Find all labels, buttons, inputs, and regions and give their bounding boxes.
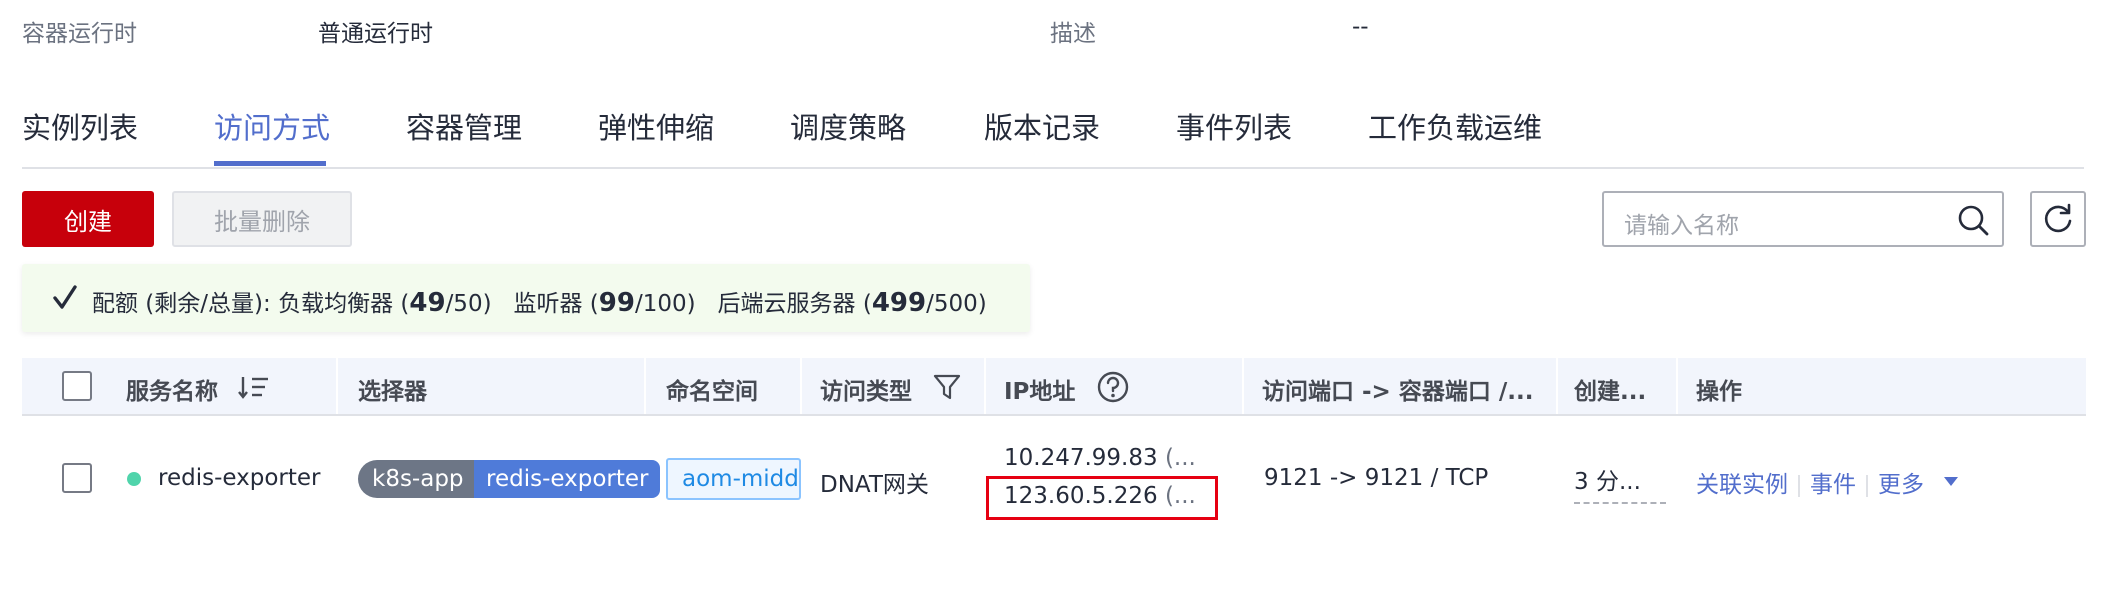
selector-key-tag: k8s-app xyxy=(358,460,478,498)
sort-icon[interactable] xyxy=(238,374,270,400)
table-header: 服务名称 选择器 命名空间 访问类型 IP地址 访问端口 -> 容器端口 /..… xyxy=(22,358,2086,416)
ip-internal: 10.247.99.83 (... xyxy=(1004,445,1196,471)
action-separator xyxy=(1798,474,1800,497)
more-dropdown[interactable]: 更多 xyxy=(1878,472,1924,498)
header-created: 创建... xyxy=(1574,379,1647,405)
namespace-tag: aom-middle xyxy=(666,458,801,500)
header-actions: 操作 xyxy=(1696,379,1742,405)
status-dot xyxy=(127,472,141,486)
port-mapping: 9121 -> 9121 / TCP xyxy=(1264,465,1489,491)
header-access-type: 访问类型 xyxy=(820,379,912,405)
filter-icon[interactable] xyxy=(932,372,962,402)
header-service-name: 服务名称 xyxy=(126,379,218,405)
quota-lb-total: /50) xyxy=(445,291,492,317)
select-all-checkbox[interactable] xyxy=(62,371,92,401)
quota-lb-remaining: 49 xyxy=(409,288,446,318)
container-runtime-label: 容器运行时 xyxy=(22,21,137,47)
header-ports: 访问端口 -> 容器端口 /... xyxy=(1262,379,1534,405)
chevron-down-icon[interactable] xyxy=(1942,474,1960,488)
ip-highlight-box xyxy=(986,476,1218,520)
tab-auto-scaling[interactable]: 弹性伸缩 xyxy=(598,105,714,147)
description-label: 描述 xyxy=(1050,21,1096,47)
header-ip-address: IP地址 xyxy=(1004,379,1076,405)
action-separator xyxy=(1866,474,1868,497)
ip-internal-suffix: (... xyxy=(1157,445,1196,471)
tab-event-list[interactable]: 事件列表 xyxy=(1176,105,1292,147)
check-icon xyxy=(53,285,77,309)
column-separator xyxy=(800,358,802,414)
column-clip xyxy=(801,440,803,520)
refresh-icon xyxy=(2044,203,2072,233)
events-link[interactable]: 事件 xyxy=(1810,472,1856,498)
access-type: DNAT网关 xyxy=(820,472,929,498)
quota-prefix: 配额 (剩余/总量): xyxy=(92,291,271,317)
description-value: -- xyxy=(1352,14,1369,40)
quota-backend-total: /500) xyxy=(926,291,987,317)
tab-access-mode[interactable]: 访问方式 xyxy=(214,105,330,147)
help-icon[interactable] xyxy=(1096,370,1130,404)
column-separator xyxy=(1242,358,1244,414)
related-instances-link[interactable]: 关联实例 xyxy=(1696,472,1788,498)
quota-listener-label: 监听器 ( xyxy=(513,291,599,317)
column-separator xyxy=(336,358,338,414)
quota-listener-total: /100) xyxy=(634,291,696,317)
column-separator xyxy=(1556,358,1558,414)
quota-alert: 配额 (剩余/总量): 负载均衡器 (49/50) 监听器 (99/100) 后… xyxy=(22,264,1030,332)
created-time[interactable]: 3 分... xyxy=(1574,462,1666,504)
search-input[interactable]: 请输入名称 xyxy=(1602,191,2004,247)
header-selector: 选择器 xyxy=(358,379,427,405)
tab-container-management[interactable]: 容器管理 xyxy=(406,105,522,147)
tab-instance-list[interactable]: 实例列表 xyxy=(22,105,138,147)
row-checkbox[interactable] xyxy=(62,463,92,493)
tab-workload-ops[interactable]: 工作负载运维 xyxy=(1368,105,1542,147)
tab-scheduling-policy[interactable]: 调度策略 xyxy=(790,105,906,147)
refresh-button[interactable] xyxy=(2030,191,2086,247)
quota-listener-remaining: 99 xyxy=(598,288,635,318)
active-tab-indicator xyxy=(214,161,326,166)
quota-backend-remaining: 499 xyxy=(871,288,927,318)
service-name: redis-exporter xyxy=(158,465,321,491)
create-button[interactable]: 创建 xyxy=(22,191,154,247)
tab-bar: 实例列表 访问方式 容器管理 弹性伸缩 调度策略 版本记录 事件列表 工作负载运… xyxy=(22,105,2084,169)
selector-value-tag: redis-exporter xyxy=(474,460,661,498)
batch-delete-button[interactable]: 批量删除 xyxy=(172,191,352,247)
column-separator xyxy=(984,358,986,414)
search-icon[interactable] xyxy=(1956,203,1990,237)
search-placeholder: 请输入名称 xyxy=(1624,213,1739,239)
column-separator xyxy=(644,358,646,414)
row-actions: 关联实例 事件 更多 xyxy=(1696,465,1924,499)
tab-version-history[interactable]: 版本记录 xyxy=(984,105,1100,147)
header-namespace: 命名空间 xyxy=(666,379,758,405)
quota-backend-label: 后端云服务器 ( xyxy=(717,291,872,317)
quota-text: 配额 (剩余/总量): 负载均衡器 (49/50) 监听器 (99/100) 后… xyxy=(92,284,987,318)
container-runtime-value: 普通运行时 xyxy=(318,21,433,47)
ip-internal-value: 10.247.99.83 xyxy=(1004,445,1158,471)
column-separator xyxy=(1676,358,1678,414)
quota-lb-label: 负载均衡器 ( xyxy=(278,291,410,317)
